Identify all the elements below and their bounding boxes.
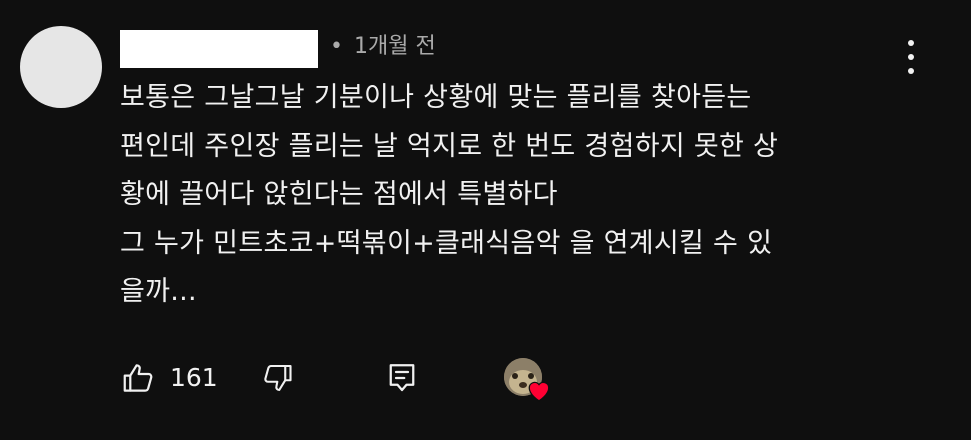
reply-button[interactable] bbox=[384, 360, 420, 400]
dislike-button[interactable] bbox=[259, 360, 295, 400]
comment-text: 보통은 그날그날 기분이나 상황에 맞는 플리를 찾아듣는 편인데 주인장 플리… bbox=[120, 74, 920, 317]
menu-dot bbox=[908, 54, 914, 60]
comment-line: 황에 끌어다 앉힌다는 점에서 특별하다 bbox=[120, 179, 558, 210]
menu-dot bbox=[908, 40, 914, 46]
comment-line: 편인데 주인장 플리는 날 억지로 한 번도 경험하지 못한 상 bbox=[120, 130, 779, 162]
thumbs-up-icon bbox=[120, 359, 158, 397]
more-vertical-icon[interactable] bbox=[900, 40, 922, 74]
heart-icon bbox=[526, 378, 552, 406]
meta-separator: • bbox=[330, 34, 343, 59]
like-count: 161 bbox=[170, 363, 218, 392]
comment-line: 을까... bbox=[120, 276, 197, 307]
comment-line: 그 누가 민트초코+떡볶이+클래식음악 을 연계시킬 수 있 bbox=[120, 227, 773, 259]
like-button[interactable]: 161 bbox=[120, 358, 218, 398]
creator-heart-badge[interactable] bbox=[504, 358, 550, 404]
reply-icon bbox=[384, 364, 420, 400]
comment-timestamp[interactable]: 1개월 전 bbox=[354, 34, 436, 59]
comment-actions: 161 bbox=[120, 358, 580, 402]
commenter-avatar[interactable] bbox=[20, 26, 102, 108]
thumbs-down-icon bbox=[259, 364, 295, 400]
author-name-redacted[interactable] bbox=[120, 30, 318, 68]
comment-meta: • 1개월 전 bbox=[330, 32, 436, 62]
comment-line: 보통은 그날그날 기분이나 상황에 맞는 플리를 찾아듣는 bbox=[120, 82, 752, 113]
